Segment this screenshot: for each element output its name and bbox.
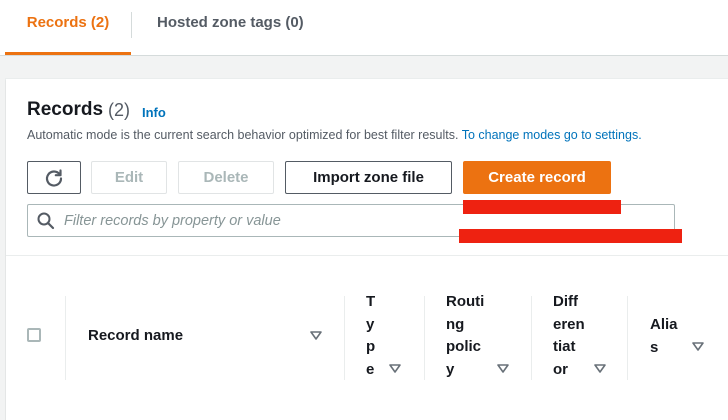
redaction-bar — [459, 229, 682, 243]
import-zone-file-button[interactable]: Import zone file — [285, 161, 452, 194]
info-link[interactable]: Info — [142, 105, 166, 120]
delete-button[interactable]: Delete — [178, 161, 274, 194]
search-mode-description: Automatic mode is the current search beh… — [27, 128, 642, 142]
sort-down-icon[interactable] — [389, 364, 401, 373]
column-header-record-name[interactable]: Record name — [88, 325, 183, 348]
settings-link[interactable]: To change modes go to settings. — [462, 128, 642, 142]
column-separator — [344, 296, 345, 380]
column-header-differentiator[interactable]: Diff eren tiat or — [553, 291, 585, 381]
edit-button[interactable]: Edit — [91, 161, 167, 194]
tab-hosted-zone-tags[interactable]: Hosted zone tags (0) — [157, 0, 304, 52]
create-record-button[interactable]: Create record — [463, 161, 611, 194]
sort-down-icon[interactable] — [310, 331, 322, 340]
column-header-alias[interactable]: Alia s — [650, 314, 678, 359]
tab-bar: Records (2) Hosted zone tags (0) — [0, 0, 728, 56]
column-separator — [627, 296, 628, 380]
redaction-bar — [463, 200, 621, 214]
refresh-icon — [45, 168, 63, 187]
search-icon — [37, 212, 55, 230]
tab-records[interactable]: Records (2) — [5, 0, 131, 55]
sort-down-icon[interactable] — [497, 364, 509, 373]
refresh-button[interactable] — [27, 161, 81, 194]
column-header-routing-policy[interactable]: Routi ng polic y — [446, 291, 484, 381]
table-header-divider — [6, 255, 728, 256]
sort-down-icon[interactable] — [692, 342, 704, 351]
panel-title: Records — [27, 99, 104, 120]
column-separator — [531, 296, 532, 380]
column-separator — [424, 296, 425, 380]
column-header-type[interactable]: T y p e — [366, 291, 375, 381]
column-separator — [65, 296, 66, 380]
select-all-checkbox[interactable] — [27, 328, 41, 342]
description-text: Automatic mode is the current search beh… — [27, 128, 462, 142]
tab-divider — [131, 12, 132, 38]
records-count: (2) — [108, 100, 130, 120]
sort-down-icon[interactable] — [594, 364, 606, 373]
